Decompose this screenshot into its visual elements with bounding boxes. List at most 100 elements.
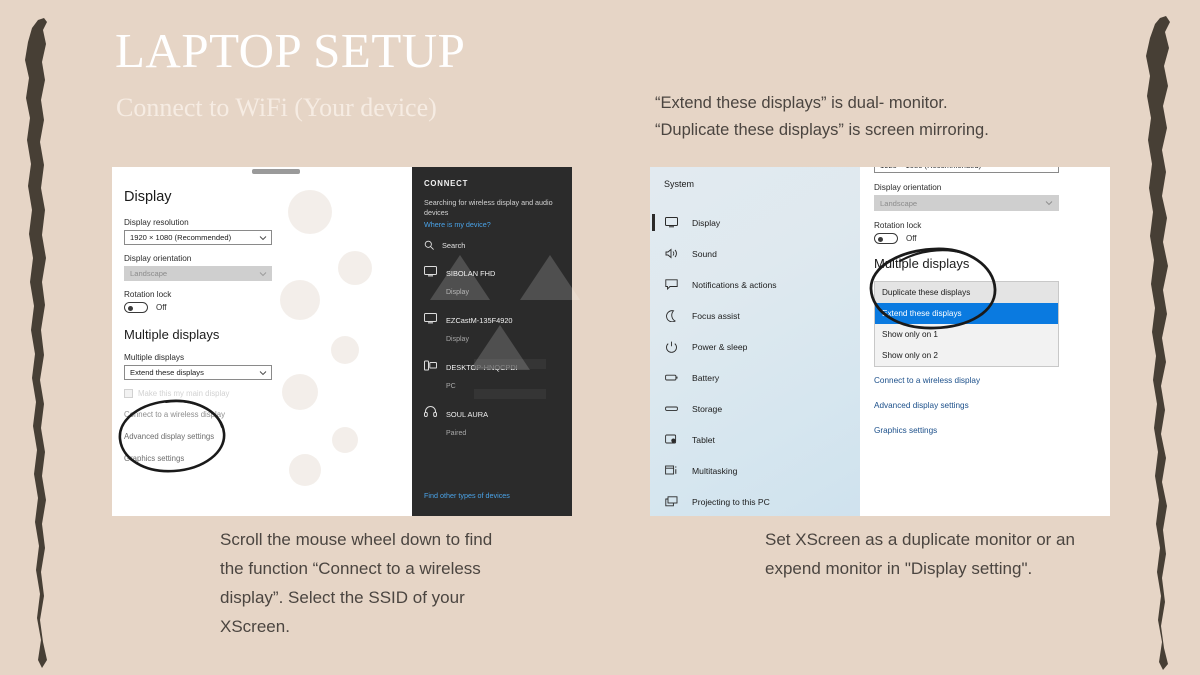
- resolution-label: Display resolution: [124, 218, 189, 227]
- power-icon: [665, 341, 681, 353]
- sidebar-item-focus-assist[interactable]: Focus assist: [650, 300, 860, 331]
- multitasking-icon: [665, 465, 681, 476]
- sidebar-item-sound[interactable]: Sound: [650, 238, 860, 269]
- sidebar-item-storage[interactable]: Storage: [650, 393, 860, 424]
- chevron-down-icon: [1045, 201, 1053, 206]
- graphics-settings-link[interactable]: Graphics settings: [124, 454, 402, 463]
- sidebar-item-display[interactable]: Display: [650, 207, 860, 238]
- device-list-item[interactable]: EZCastM-135F4920 Display: [424, 310, 562, 346]
- sidebar-item-label: Notifications & actions: [692, 279, 777, 290]
- dropdown-option-selected[interactable]: Extend these displays: [875, 303, 1058, 324]
- connect-wireless-link[interactable]: Connect to a wireless display: [124, 410, 402, 419]
- orientation-dropdown[interactable]: Landscape: [124, 266, 272, 281]
- resolution-dropdown[interactable]: 1920 × 1080 (Recommended): [874, 167, 1059, 173]
- rotation-lock-toggle[interactable]: [124, 302, 148, 313]
- brush-stroke-right-icon: [1146, 16, 1170, 670]
- resolution-dropdown[interactable]: 1920 × 1080 (Recommended): [124, 230, 272, 245]
- chevron-down-icon: [259, 371, 267, 376]
- device-status: PC: [446, 383, 456, 390]
- resolution-value: 1920 × 1080 (Recommended): [130, 233, 232, 242]
- where-is-my-device-link[interactable]: Where is my device?: [424, 220, 562, 229]
- sidebar-item-power-sleep[interactable]: Power & sleep: [650, 331, 860, 362]
- rotation-lock-label: Rotation lock: [124, 290, 172, 299]
- watermark-patch: [474, 359, 546, 369]
- brush-stroke-left-icon: [25, 18, 47, 668]
- rotation-lock-row[interactable]: Off: [124, 302, 402, 313]
- top-note-line-2: “Duplicate these displays” is screen mir…: [655, 121, 989, 139]
- display-settings-pane: Display Display resolution 1920 × 1080 (…: [112, 167, 412, 516]
- rotation-lock-row[interactable]: Off: [874, 233, 1096, 244]
- notification-icon: [665, 279, 681, 290]
- orientation-value: Landscape: [130, 269, 168, 278]
- device-name: SIBOLAN FHD: [446, 269, 496, 278]
- sidebar-item-label: Projecting to this PC: [692, 496, 770, 507]
- page-title: LAPTOP SETUP: [115, 23, 466, 78]
- sidebar-item-notifications[interactable]: Notifications & actions: [650, 269, 860, 300]
- multiple-displays-heading: Multiple displays: [124, 327, 220, 342]
- monitor-icon: [424, 263, 438, 282]
- dropdown-option[interactable]: Show only on 1: [875, 324, 1058, 345]
- sidebar-item-projecting[interactable]: Projecting to this PC: [650, 486, 860, 516]
- projecting-icon: [665, 496, 681, 507]
- top-note: “Extend these displays” is dual- monitor…: [655, 90, 989, 144]
- chevron-down-icon: [259, 236, 267, 241]
- caption-right: Set XScreen as a duplicate monitor or an…: [765, 530, 1075, 578]
- connect-wireless-link[interactable]: Connect to a wireless display: [874, 376, 1096, 385]
- sidebar-item-label: Power & sleep: [692, 341, 748, 352]
- dropdown-option[interactable]: Show only on 2: [875, 345, 1058, 366]
- connect-flyout: CONNECT Searching for wireless display a…: [412, 167, 572, 516]
- find-other-devices-link[interactable]: Find other types of devices: [424, 491, 510, 500]
- multiple-displays-dropdown-list[interactable]: Duplicate these displays Extend these di…: [874, 281, 1059, 367]
- top-note-line-1: “Extend these displays” is dual- monitor…: [655, 94, 948, 112]
- main-display-checkbox-row[interactable]: Make this my main display: [124, 389, 402, 398]
- sidebar-item-label: Storage: [692, 403, 723, 414]
- headset-icon: [424, 404, 438, 423]
- rotation-lock-label: Rotation lock: [874, 221, 922, 230]
- sidebar-item-battery[interactable]: Battery: [650, 362, 860, 393]
- main-display-checkbox-label: Make this my main display: [138, 389, 230, 398]
- graphics-settings-link[interactable]: Graphics settings: [874, 426, 1096, 435]
- advanced-display-settings-link[interactable]: Advanced display settings: [874, 401, 1096, 410]
- storage-icon: [665, 403, 681, 414]
- tablet-icon: [665, 434, 681, 445]
- speaker-icon: [665, 248, 681, 259]
- device-name: EZCastM-135F4920: [446, 316, 513, 325]
- resolution-value: 1920 × 1080 (Recommended): [880, 167, 981, 170]
- display-heading: Display: [124, 189, 172, 205]
- settings-nav-sidebar: System Display Sound Notifications & act…: [650, 167, 860, 516]
- orientation-label: Display orientation: [124, 254, 192, 263]
- device-list-item[interactable]: SIBOLAN FHD Display: [424, 263, 562, 299]
- connect-searching-text: Searching for wireless display and audio…: [424, 198, 553, 217]
- orientation-dropdown[interactable]: Landscape: [874, 195, 1059, 211]
- sidebar-item-label: Display: [692, 217, 721, 228]
- dropdown-option[interactable]: Duplicate these displays: [875, 282, 1058, 303]
- monitor-icon: [665, 217, 681, 228]
- nav-title: System: [664, 179, 695, 189]
- sidebar-item-label: Focus assist: [692, 310, 740, 321]
- sidebar-item-label: Battery: [692, 372, 720, 383]
- multiple-displays-label: Multiple displays: [124, 353, 185, 362]
- display-settings-content: 1920 × 1080 (Recommended) Display orient…: [860, 167, 1110, 516]
- advanced-display-settings-link[interactable]: Advanced display settings: [124, 432, 402, 441]
- scrollbar-handle[interactable]: [252, 169, 300, 174]
- page-subtitle: Connect to WiFi (Your device): [116, 93, 437, 122]
- pc-icon: [424, 357, 438, 376]
- moon-icon: [665, 309, 681, 322]
- connect-search-row[interactable]: Search: [424, 240, 562, 251]
- right-screenshot: System Display Sound Notifications & act…: [650, 167, 1110, 516]
- orientation-value: Landscape: [880, 198, 918, 208]
- main-display-checkbox[interactable]: [124, 389, 133, 398]
- device-list-item[interactable]: SOUL AURA Paired: [424, 404, 562, 440]
- rotation-lock-toggle[interactable]: [874, 233, 898, 244]
- sidebar-item-multitasking[interactable]: Multitasking: [650, 455, 860, 486]
- multiple-displays-heading: Multiple displays: [874, 256, 970, 271]
- sidebar-item-tablet[interactable]: Tablet: [650, 424, 860, 455]
- sidebar-item-label: Sound: [692, 248, 717, 259]
- connect-title: CONNECT: [424, 179, 469, 188]
- device-status: Display: [446, 289, 469, 296]
- battery-icon: [665, 372, 681, 383]
- chevron-down-icon: [259, 272, 267, 277]
- caption-left: Scroll the mouse wheel down to find the …: [220, 530, 493, 636]
- rotation-lock-state: Off: [906, 234, 917, 243]
- multiple-displays-dropdown[interactable]: Extend these displays: [124, 365, 272, 380]
